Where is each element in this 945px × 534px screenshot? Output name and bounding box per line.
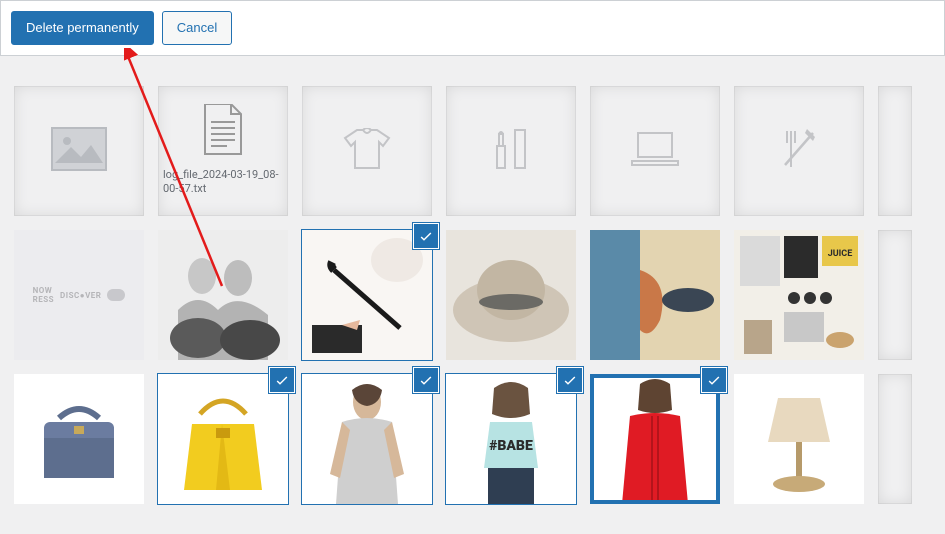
media-item-photo[interactable] bbox=[446, 230, 576, 360]
svg-text:#BABE: #BABE bbox=[489, 438, 533, 454]
payment-logos-photo: NOWRESSDISC●VER bbox=[14, 230, 144, 360]
toolbar: Delete permanently Cancel bbox=[0, 0, 945, 56]
media-item-file[interactable]: log_file_2024-03-19_08-00-57.txt bbox=[158, 86, 288, 216]
svg-text:JUICE: JUICE bbox=[828, 249, 853, 259]
selected-check-icon bbox=[558, 368, 582, 392]
tshirt-icon bbox=[343, 128, 391, 174]
table-lamp-photo bbox=[734, 374, 864, 504]
delete-permanently-button[interactable]: Delete permanently bbox=[11, 11, 154, 45]
media-item-placeholder[interactable] bbox=[734, 86, 864, 216]
lipstick-icon bbox=[491, 128, 531, 174]
media-item-placeholder[interactable] bbox=[14, 86, 144, 216]
laptop-icon bbox=[630, 131, 680, 171]
media-item-placeholder[interactable] bbox=[878, 86, 912, 216]
media-item-photo[interactable] bbox=[590, 230, 720, 360]
media-item-photo[interactable]: JUICE bbox=[734, 230, 864, 360]
media-item-photo[interactable] bbox=[734, 374, 864, 504]
media-item-photo[interactable] bbox=[878, 374, 912, 504]
woman-babe-shirt-photo: #BABE bbox=[446, 374, 576, 504]
media-item-placeholder[interactable] bbox=[446, 86, 576, 216]
straw-hat-photo bbox=[446, 230, 576, 360]
media-item-photo[interactable] bbox=[158, 374, 288, 504]
dining-icon bbox=[777, 127, 821, 175]
media-item-photo[interactable] bbox=[302, 374, 432, 504]
document-icon bbox=[201, 104, 245, 162]
mascara-photo bbox=[302, 230, 432, 360]
woman-gray-top-photo bbox=[302, 374, 432, 504]
women-baskets-photo bbox=[158, 230, 288, 360]
media-item-photo[interactable] bbox=[158, 230, 288, 360]
media-item-photo[interactable]: NOWRESSDISC●VER bbox=[14, 230, 144, 360]
selected-check-icon bbox=[702, 368, 726, 392]
media-item-photo[interactable]: #BABE bbox=[446, 374, 576, 504]
media-item-photo[interactable] bbox=[878, 230, 912, 360]
media-grid: log_file_2024-03-19_08-00-57.txt NOWRESS… bbox=[0, 86, 945, 504]
selected-check-icon bbox=[414, 368, 438, 392]
beach-shoes-photo bbox=[590, 230, 720, 360]
media-item-filename: log_file_2024-03-19_08-00-57.txt bbox=[158, 162, 288, 203]
media-item-placeholder[interactable] bbox=[590, 86, 720, 216]
image-placeholder-icon bbox=[51, 127, 107, 175]
yellow-handbag-photo bbox=[158, 374, 288, 504]
media-item-placeholder[interactable] bbox=[302, 86, 432, 216]
selected-check-icon bbox=[270, 368, 294, 392]
media-item-photo[interactable] bbox=[14, 374, 144, 504]
media-item-photo[interactable] bbox=[590, 374, 720, 504]
flatlay-clothes-photo: JUICE bbox=[734, 230, 864, 360]
woman-red-coat-photo bbox=[590, 374, 720, 504]
selected-check-icon bbox=[414, 224, 438, 248]
media-item-photo[interactable] bbox=[302, 230, 432, 360]
blue-handbag-photo bbox=[14, 374, 144, 504]
cancel-button[interactable]: Cancel bbox=[162, 11, 232, 45]
